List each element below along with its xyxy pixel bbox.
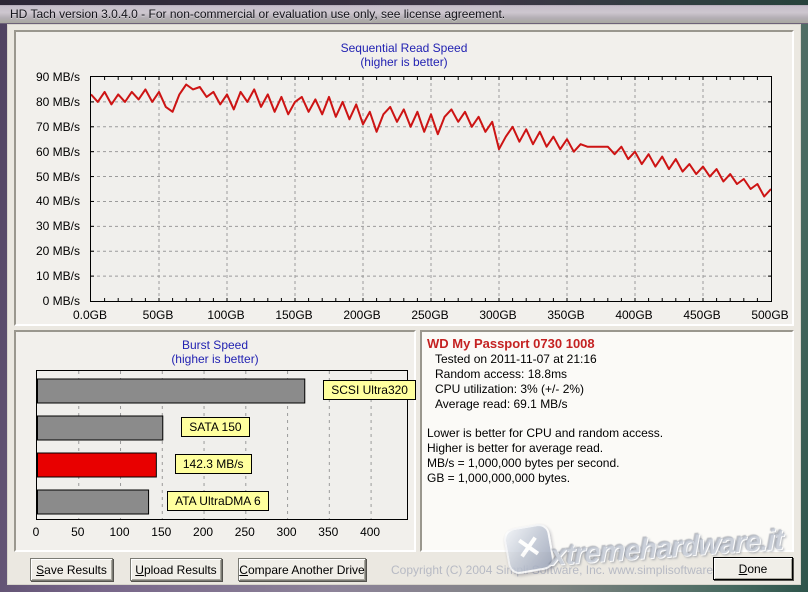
compare-accel: C (239, 563, 248, 577)
drive-name: WD My Passport 0730 1008 (422, 332, 792, 352)
upload-results-accel: U (135, 563, 144, 577)
info-spacer (422, 412, 792, 426)
drive-note-line: Lower is better for CPU and random acces… (422, 426, 792, 441)
save-results-button[interactable]: Save Results (30, 558, 113, 581)
done-button[interactable]: Done (713, 557, 793, 580)
drive-info-panel: WD My Passport 0730 1008 Tested on 2011-… (420, 330, 794, 552)
burst-x-axis-tick-label: 150 (143, 525, 179, 539)
hd-tach-window: HD Tach version 3.0.4.0 - For non-commer… (0, 0, 808, 592)
burst-x-axis-tick-label: 400 (352, 525, 388, 539)
burst-bar-label: SCSI Ultra320 (323, 380, 416, 400)
x-axis-tick-label: 450GB (674, 308, 730, 322)
burst-bar-label: 142.3 MB/s (175, 454, 252, 474)
done-label: one (747, 562, 767, 576)
x-axis-tick-label: 250GB (402, 308, 458, 322)
sequential-read-svg (91, 77, 771, 301)
compare-label: ompare Another Drive (248, 563, 365, 577)
sequential-read-plot (90, 76, 772, 302)
burst-x-axis-tick-label: 250 (227, 525, 263, 539)
burst-chart-title: Burst Speed (16, 338, 414, 352)
x-axis-tick-label: 300GB (470, 308, 526, 322)
sequential-chart-title: Sequential Read Speed (16, 41, 792, 55)
upload-results-label: pload Results (144, 563, 217, 577)
y-axis-tick-label: 10 MB/s (18, 269, 80, 283)
compare-another-drive-button[interactable]: Compare Another Drive (238, 558, 366, 581)
save-results-accel: S (36, 563, 44, 577)
y-axis-tick-label: 60 MB/s (18, 145, 80, 159)
drive-info-line: Tested on 2011-11-07 at 21:16 (422, 352, 792, 367)
x-axis-tick-label: 50GB (130, 308, 186, 322)
x-axis-tick-label: 350GB (538, 308, 594, 322)
x-axis-tick-label: 200GB (334, 308, 390, 322)
x-axis-tick-label: 400GB (606, 308, 662, 322)
drive-info-line: Random access: 18.8ms (422, 367, 792, 382)
client-area: Sequential Read Speed (higher is better)… (7, 24, 801, 585)
burst-x-axis-tick-label: 50 (60, 525, 96, 539)
drive-note-line: MB/s = 1,000,000 bytes per second. (422, 456, 792, 471)
burst-bar-label: SATA 150 (181, 417, 249, 437)
y-axis-tick-label: 20 MB/s (18, 244, 80, 258)
done-accel: D (739, 562, 748, 576)
drive-info-line: Average read: 69.1 MB/s (422, 397, 792, 412)
burst-x-axis-tick-label: 300 (269, 525, 305, 539)
y-axis-tick-label: 0 MB/s (18, 294, 80, 308)
burst-x-axis-tick-label: 100 (102, 525, 138, 539)
save-results-label: ave Results (44, 563, 107, 577)
burst-speed-panel: Burst Speed (higher is better) 0 50 100 150… (14, 330, 416, 552)
burst-chart-subtitle: (higher is better) (16, 352, 414, 366)
y-axis-tick-label: 70 MB/s (18, 120, 80, 134)
x-axis-tick-label: 150GB (266, 308, 322, 322)
y-axis-tick-label: 90 MB/s (18, 70, 80, 84)
x-axis-tick-label: 500GB (742, 308, 798, 322)
burst-x-axis-tick-label: 0 (18, 525, 54, 539)
x-axis-tick-label: 100GB (198, 308, 254, 322)
drive-info-lines: Tested on 2011-11-07 at 21:16Random acce… (422, 352, 792, 412)
sequential-read-panel: Sequential Read Speed (higher is better)… (14, 30, 794, 326)
sequential-chart-subtitle: (higher is better) (16, 55, 792, 69)
upload-results-button[interactable]: Upload Results (130, 558, 222, 581)
window-title: HD Tach version 3.0.4.0 - For non-commer… (10, 7, 505, 21)
copyright-text: Copyright (C) 2004 Simpli Software, Inc.… (391, 563, 739, 577)
burst-x-axis-tick-label: 350 (310, 525, 346, 539)
drive-info-notes: Lower is better for CPU and random acces… (422, 426, 792, 486)
burst-bar-label: ATA UltraDMA 6 (167, 491, 269, 511)
drive-note-line: GB = 1,000,000,000 bytes. (422, 471, 792, 486)
title-bar[interactable]: HD Tach version 3.0.4.0 - For non-commer… (0, 0, 808, 24)
drive-info-line: CPU utilization: 3% (+/- 2%) (422, 382, 792, 397)
drive-note-line: Higher is better for average read. (422, 441, 792, 456)
burst-x-axis-tick-label: 200 (185, 525, 221, 539)
y-axis-tick-label: 80 MB/s (18, 95, 80, 109)
y-axis-tick-label: 50 MB/s (18, 170, 80, 184)
x-axis-tick-label: 0.0GB (62, 308, 118, 322)
y-axis-tick-label: 30 MB/s (18, 219, 80, 233)
y-axis-tick-label: 40 MB/s (18, 194, 80, 208)
